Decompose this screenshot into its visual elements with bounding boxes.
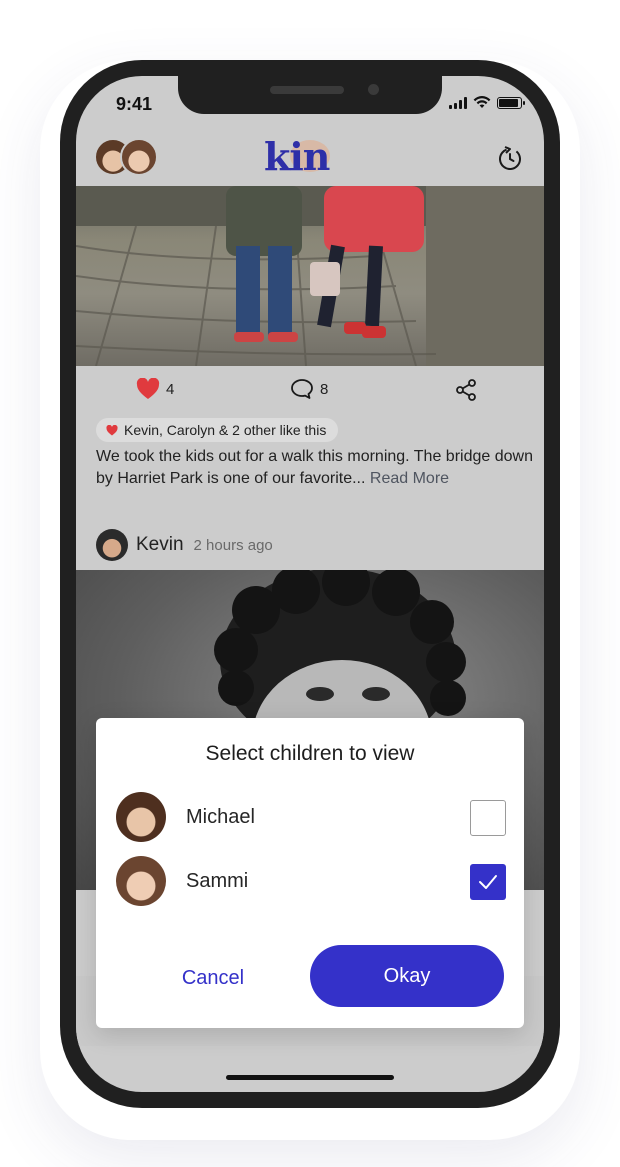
notch: [178, 76, 442, 114]
dialog-title: Select children to view: [205, 742, 415, 765]
share-button[interactable]: [454, 378, 478, 402]
share-icon: [456, 379, 476, 401]
kin-logo: kin: [264, 134, 364, 182]
comment-button[interactable]: 8: [290, 378, 328, 400]
battery-level: [499, 98, 518, 107]
status-icons: [449, 96, 525, 109]
wifi-icon: [473, 96, 491, 108]
read-more-link[interactable]: Read More: [370, 470, 449, 487]
post-caption: We took the kids out for a walk this mor…: [96, 446, 536, 490]
heart-icon: [136, 378, 160, 399]
sammi-avatar: [116, 856, 166, 906]
cancel-button[interactable]: Cancel: [136, 956, 290, 1000]
status-time: 9:41: [116, 94, 153, 114]
select-children-dialog: Select children to view Michael Sammi Ca…: [96, 718, 524, 1028]
post-actions: 4 8: [76, 372, 544, 408]
post-photo-art: [76, 186, 544, 366]
child-row-michael[interactable]: Michael: [116, 792, 506, 844]
post-photo[interactable]: [76, 186, 544, 366]
logo-text: kin: [264, 134, 330, 179]
comment-icon: [291, 379, 313, 399]
children-avatars-button[interactable]: [94, 138, 164, 178]
sammi-checkbox[interactable]: [470, 864, 506, 900]
child-name: Sammi: [186, 870, 249, 892]
battery-icon: [497, 96, 525, 109]
child-avatar-sammi: [120, 138, 158, 176]
author-avatar: [96, 529, 128, 561]
michael-checkbox[interactable]: [470, 800, 506, 836]
author-name: Kevin: [136, 534, 184, 555]
michael-avatar: [116, 792, 166, 842]
home-indicator: [226, 1075, 394, 1080]
like-button[interactable]: 4: [136, 378, 174, 400]
history-icon[interactable]: [496, 144, 524, 172]
check-icon: [479, 875, 497, 889]
app-screen: 9:41 kin 4 8 Kevin, Carolyn & 2 other li…: [76, 76, 544, 1092]
post-time: 2 hours ago: [193, 536, 273, 554]
signal-icon: [449, 96, 467, 109]
comments-count: 8: [320, 380, 329, 398]
front-camera: [368, 84, 379, 95]
okay-button[interactable]: Okay: [310, 945, 504, 1007]
child-row-sammi[interactable]: Sammi: [116, 856, 506, 908]
liked-by-text: Kevin, Carolyn & 2 other like this: [124, 422, 327, 438]
likes-count: 4: [166, 380, 175, 398]
app-header: kin: [76, 134, 544, 184]
liked-by-chip[interactable]: Kevin, Carolyn & 2 other like this: [96, 418, 339, 442]
post-author[interactable]: Kevin 2 hours ago: [96, 528, 273, 562]
caption-text: We took the kids out for a walk this mor…: [96, 448, 533, 487]
speaker: [270, 86, 344, 94]
small-heart-icon: [106, 424, 118, 435]
child-name: Michael: [186, 806, 255, 828]
